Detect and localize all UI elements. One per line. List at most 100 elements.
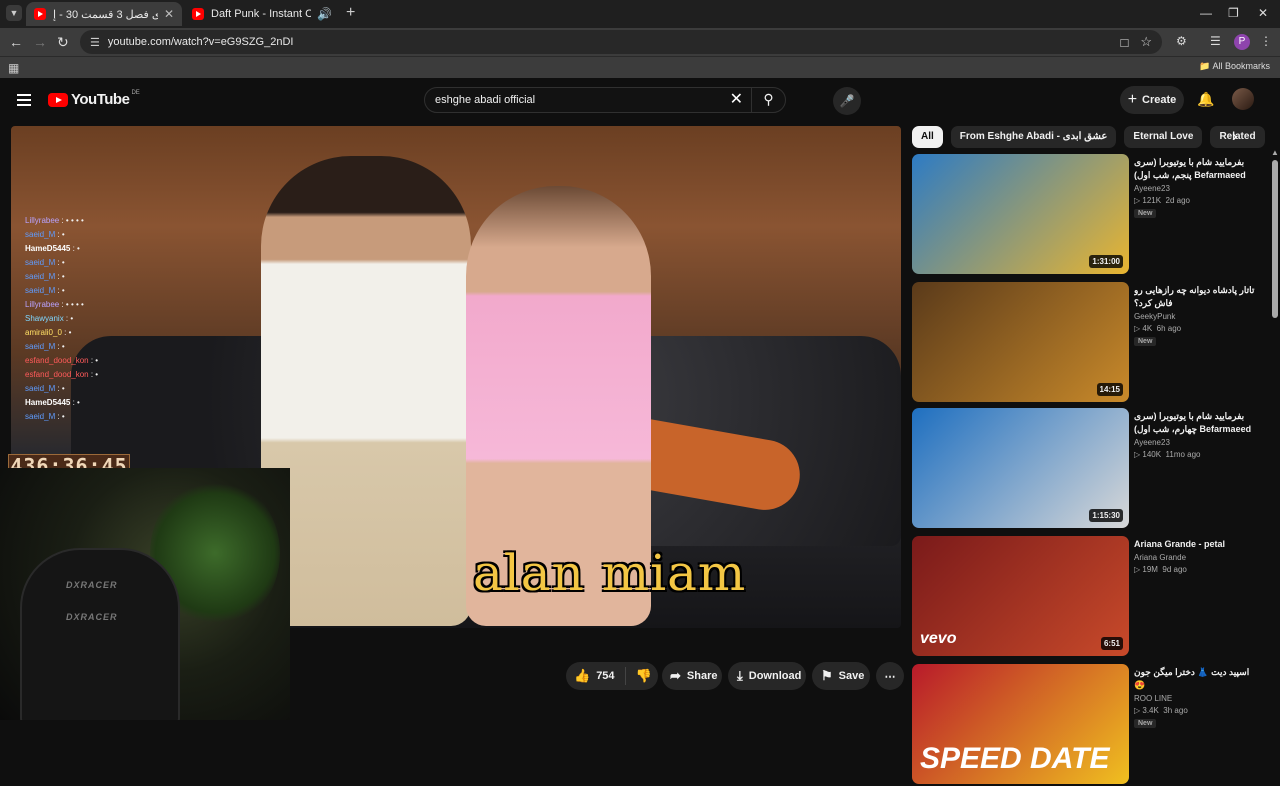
share-button[interactable]: ➦ Share <box>662 662 722 690</box>
restore-icon[interactable]: ❐ <box>1228 6 1239 20</box>
search-input[interactable]: eshghe abadi official <box>435 94 535 106</box>
video-title[interactable]: بفرمایید شام با یوتیوبرا (سری چهارم، شب … <box>1134 410 1260 436</box>
apps-grid-icon[interactable]: ▦ <box>8 61 19 75</box>
video-meta: ▷ 4K 6h ago <box>1134 324 1260 333</box>
address-bar[interactable]: ☰ youtube.com/watch?v=eG9SZG_2nDI □ ☆ <box>80 30 1162 54</box>
reload-icon[interactable]: ↻ <box>57 34 69 50</box>
chip-from-eshghe-abadi[interactable]: From Eshghe Abadi - عشق ابدی <box>950 126 1117 148</box>
extensions-icon[interactable]: ⚙ <box>1176 34 1187 48</box>
video-title[interactable]: اسپید دیت 👗 دخترا میگن جون😍 <box>1134 666 1260 692</box>
video-thumbnail[interactable]: SPEED DATE <box>912 664 1129 784</box>
more-actions-button[interactable]: ⋯ <box>876 662 904 690</box>
like-count[interactable]: 754 <box>596 670 614 682</box>
chat-message: saeid_M : • <box>25 384 65 393</box>
channel-name[interactable]: GeekyPunk <box>1134 312 1260 321</box>
video-info: Ariana Grande - petal Ariana Grande ▷ 19M … <box>1134 538 1260 574</box>
browser-tab-2[interactable]: Daft Punk - Instant Crush (O... 🔊 <box>184 2 340 26</box>
upload-age: 2d ago <box>1165 196 1190 205</box>
video-thumbnail[interactable]: 14:15 <box>912 282 1129 402</box>
back-icon[interactable]: ← <box>9 34 23 50</box>
chair-brand-text: DXRACER <box>66 612 118 622</box>
search-box[interactable]: eshghe abadi official ✕ ⚲ <box>424 87 786 113</box>
close-tab-icon[interactable]: ✕ <box>158 7 174 21</box>
like-icon[interactable]: 👍 <box>574 668 590 684</box>
recommended-video[interactable]: 1:31:00 بفرمایید شام با یوتیوبرا (سری پنج… <box>912 154 1262 276</box>
share-icon: ➦ <box>670 668 681 683</box>
channel-name[interactable]: Ayeene23 <box>1134 438 1260 447</box>
tab-search-chevron-icon[interactable]: ▼ <box>6 5 22 21</box>
new-tab-icon[interactable]: + <box>346 5 355 21</box>
chat-message: Lillyrabee : • • • • <box>25 300 84 309</box>
browser-tab-1[interactable]: عشق ابدی فصل 3 قسمت 30 - إe ✕ <box>26 2 182 26</box>
all-bookmarks-button[interactable]: 📁 All Bookmarks <box>1199 61 1270 72</box>
video-thumbnail[interactable]: 1:15:30 <box>912 408 1129 528</box>
scroll-up-arrow-icon[interactable]: ▲ <box>1271 148 1279 157</box>
media-controls-icon[interactable]: ☰ <box>1210 34 1221 48</box>
channel-name[interactable]: Ariana Grande <box>1134 553 1260 562</box>
dislike-icon[interactable]: 👎 <box>636 668 652 684</box>
save-button[interactable]: ⚑ Save <box>812 662 870 690</box>
clear-search-icon[interactable]: ✕ <box>730 92 743 108</box>
divider <box>624 667 626 685</box>
gaming-chair-image: DXRACER DXRACER <box>20 548 180 720</box>
recommended-video[interactable]: 1:15:30 بفرمایید شام با یوتیوبرا (سری چها… <box>912 408 1262 530</box>
minimize-icon[interactable]: — <box>1200 6 1212 20</box>
youtube-logo[interactable]: YouTube DE <box>48 90 140 108</box>
video-title[interactable]: بفرمایید شام با یوتیوبرا (سری پنجم، شب ا… <box>1134 156 1260 182</box>
video-meta: ▷ 3.4K 3h ago <box>1134 706 1260 715</box>
video-title[interactable]: تاتار پادشاه دیوانه چه رازهایی رو فاش کر… <box>1134 284 1260 310</box>
recommended-video[interactable]: 14:15 تاتار پادشاه دیوانه چه رازهایی رو ف… <box>912 282 1262 404</box>
close-window-icon[interactable]: ✕ <box>1258 6 1268 20</box>
channel-name[interactable]: Ayeene23 <box>1134 184 1260 193</box>
scrollbar-thumb[interactable] <box>1272 160 1278 318</box>
folder-icon: 📁 <box>1199 61 1213 71</box>
download-icon: ⤓ <box>737 668 743 683</box>
chat-message: saeid_M : • <box>25 272 65 281</box>
forward-icon[interactable]: → <box>33 34 47 50</box>
stream-chat-overlay: Lillyrabee : • • • • saeid_M : • HameD54… <box>25 214 225 424</box>
chat-message: Shawyanix : • <box>25 314 74 323</box>
bookmarks-bar: ▦ 📁 All Bookmarks <box>0 56 1280 78</box>
install-app-icon[interactable]: □ <box>1120 35 1128 50</box>
speaker-icon[interactable]: 🔊 <box>311 7 332 21</box>
recommended-video[interactable]: SPEED DATE اسپید دیت 👗 دخترا میگن جون😍 ROO… <box>912 664 1262 786</box>
upload-age: 9d ago <box>1162 565 1187 574</box>
view-count: 4K <box>1142 324 1153 333</box>
site-info-icon[interactable]: ☰ <box>90 36 100 49</box>
chip-all[interactable]: All <box>912 126 943 148</box>
view-count: 140K <box>1142 450 1162 459</box>
chat-message: HameD5445 : • <box>25 244 80 253</box>
youtube-favicon-icon <box>192 8 204 20</box>
video-duration: 14:15 <box>1096 383 1123 396</box>
new-badge: New <box>1134 719 1157 728</box>
video-duration: 1:31:00 <box>1089 255 1123 268</box>
browser-tab-bar: ▼ عشق ابدی فصل 3 قسمت 30 - إe ✕ Daft Pun… <box>0 0 1280 28</box>
create-button[interactable]: + Create <box>1120 86 1184 114</box>
profile-avatar[interactable]: P <box>1234 34 1250 50</box>
video-title[interactable]: Ariana Grande - petal <box>1134 538 1260 551</box>
chat-message: amirali0_0 : • <box>25 328 72 337</box>
like-dislike-group: 👍 754 👎 <box>566 662 658 690</box>
voice-search-icon[interactable]: 🎤 <box>833 87 861 115</box>
chevron-right-icon[interactable]: › <box>1232 128 1237 146</box>
channel-name[interactable]: ROO LINE <box>1134 694 1260 703</box>
video-thumbnail[interactable]: 1:31:00 <box>912 154 1129 274</box>
bookmark-star-icon[interactable]: ☆ <box>1140 34 1152 50</box>
chat-message: saeid_M : • <box>25 230 65 239</box>
video-subtitle: alan miam <box>473 544 747 602</box>
search-icon[interactable]: ⚲ <box>751 87 785 113</box>
download-button[interactable]: ⤓ Download <box>728 662 806 690</box>
youtube-play-icon <box>48 92 68 107</box>
browser-menu-icon[interactable]: ⋮ <box>1260 34 1272 48</box>
account-avatar[interactable] <box>1232 88 1254 110</box>
notifications-bell-icon[interactable]: 🔔 <box>1197 91 1214 108</box>
view-count: 19M <box>1142 565 1158 574</box>
chip-eternal-love[interactable]: Eternal Love <box>1124 126 1203 148</box>
thumbnail-mark: vevo <box>920 630 957 647</box>
recommended-video[interactable]: vevo 6:51 Ariana Grande - petal Ariana Gran… <box>912 536 1262 658</box>
menu-icon[interactable] <box>17 94 31 106</box>
video-thumbnail[interactable]: vevo 6:51 <box>912 536 1129 656</box>
new-badge: New <box>1134 337 1157 346</box>
download-label: Download <box>748 670 802 682</box>
chip-related[interactable]: Related <box>1210 126 1265 148</box>
